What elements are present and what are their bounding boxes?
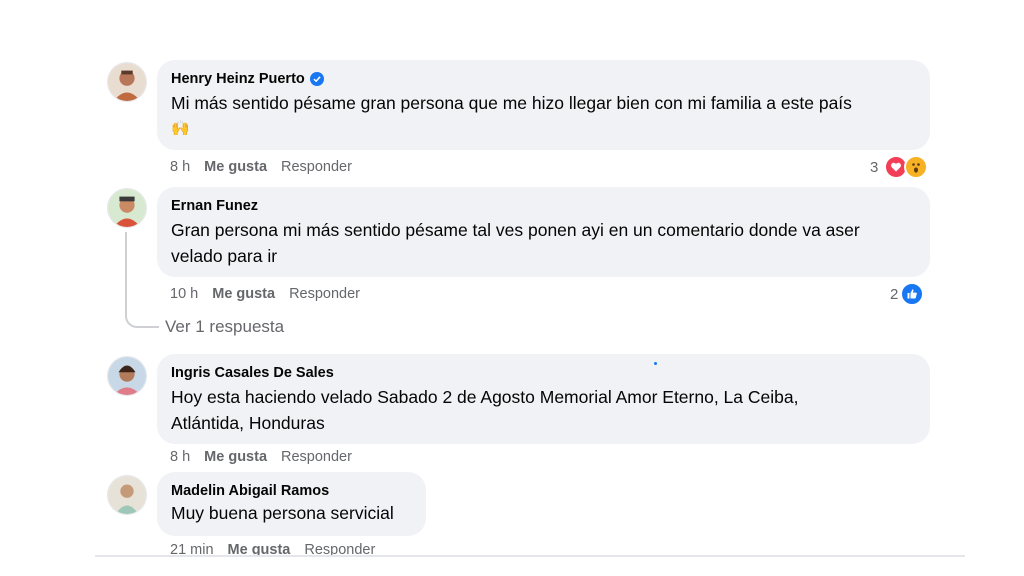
comment-author[interactable]: Ingris Casales De Sales [171, 364, 334, 382]
comment-text: Gran persona mi más sentido pésame tal v… [171, 220, 860, 240]
avatar[interactable] [107, 188, 147, 228]
like-button[interactable]: Me gusta [212, 285, 275, 303]
reaction-count: 3 [870, 158, 879, 176]
cursor-dot [654, 362, 657, 365]
comment-actions: 8 h Me gusta Responder [170, 448, 352, 466]
wow-icon [904, 155, 929, 179]
comment-text-continued: velado para ir [171, 246, 278, 266]
like-icon [900, 282, 925, 306]
comment-author[interactable]: Madelin Abigail Ramos [171, 482, 329, 500]
comment-bubble: Ingris Casales De Sales Hoy esta haciend… [157, 354, 930, 444]
like-button[interactable]: Me gusta [204, 158, 267, 176]
avatar[interactable] [107, 475, 147, 515]
comment-bubble: Ernan Funez Gran persona mi más sentido … [157, 187, 930, 277]
reply-thread-line [125, 232, 159, 328]
avatar[interactable] [107, 62, 147, 102]
reply-button[interactable]: Responder [281, 158, 352, 176]
comment-time[interactable]: 8 h [170, 448, 190, 466]
comment-time[interactable]: 10 h [170, 285, 198, 303]
avatar[interactable] [107, 356, 147, 396]
comment-text: Hoy esta haciendo velado Sabado 2 de Ago… [171, 387, 799, 407]
comment-time[interactable]: 8 h [170, 158, 190, 176]
emoji-icon: 🙌 [171, 120, 190, 137]
comment-bubble: Henry Heinz Puerto Mi más sentido pésame… [157, 60, 930, 150]
comment-text-continued: Atlántida, Honduras [171, 413, 325, 433]
comment-author[interactable]: Ernan Funez [171, 197, 258, 215]
reaction-summary[interactable]: 2 [890, 282, 925, 306]
comment-actions: 8 h Me gusta Responder [170, 158, 352, 176]
comment-author[interactable]: Henry Heinz Puerto [171, 70, 305, 88]
comment-actions: 10 h Me gusta Responder [170, 285, 360, 303]
reaction-count: 2 [890, 285, 899, 303]
reaction-summary[interactable]: 3 [870, 155, 929, 179]
verified-badge-icon [309, 72, 324, 86]
reply-button[interactable]: Responder [281, 448, 352, 466]
like-button[interactable]: Me gusta [204, 448, 267, 466]
comment-text: Mi más sentido pésame gran persona que m… [171, 93, 852, 113]
comment-bubble: Madelin Abigail Ramos Muy buena persona … [157, 472, 426, 536]
comment-text: Muy buena persona servicial [171, 503, 394, 523]
reply-button[interactable]: Responder [289, 285, 360, 303]
divider [95, 555, 965, 557]
view-replies-link[interactable]: Ver 1 respuesta [165, 317, 284, 337]
